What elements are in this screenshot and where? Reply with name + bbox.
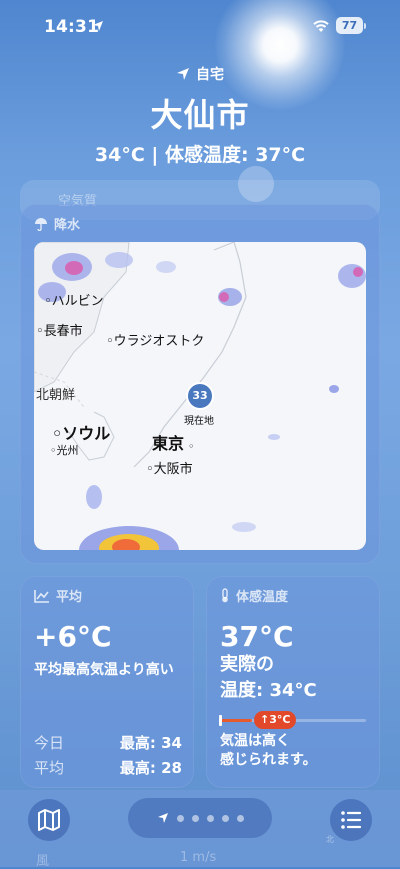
wind-speed-peek: 1 m/s bbox=[180, 850, 217, 865]
page-dot[interactable] bbox=[176, 814, 184, 822]
map-label-north-korea: 北朝鮮 bbox=[36, 388, 76, 403]
temperature-summary: 34°C | 体感温度: 37°C bbox=[94, 144, 306, 166]
map-label-vladivostok-text: ウラジオストク bbox=[113, 334, 205, 349]
precipitation-map[interactable]: ◦ハルビン ◦長春市 ◦ウラジオストク 北朝鮮 ◦ソウル ◦光州 東京 ◦ ◦大… bbox=[34, 242, 366, 550]
average-row-normal: 平均 最高: 28 bbox=[34, 757, 182, 778]
map-label-tokyo: 東京 bbox=[152, 434, 185, 453]
map-button[interactable] bbox=[28, 799, 70, 841]
page-dot[interactable] bbox=[236, 814, 244, 822]
page-dot[interactable] bbox=[221, 814, 229, 822]
feels-like-line2: 温度: 34°C bbox=[220, 680, 317, 701]
map-icon bbox=[38, 809, 60, 831]
page-dot[interactable] bbox=[206, 814, 214, 822]
status-bar: 14:31 77 bbox=[0, 0, 400, 54]
actual-temp-marker bbox=[219, 715, 222, 726]
average-title: 平均 bbox=[56, 590, 83, 605]
map-label-seoul-text: ソウル bbox=[62, 424, 111, 443]
thermometer-icon bbox=[222, 588, 228, 603]
feels-like-note-line2: 感じられます。 bbox=[220, 752, 317, 768]
map-label-changchun: ◦長春市 bbox=[36, 324, 83, 339]
average-row-label: 今日 bbox=[34, 734, 65, 752]
feels-like-title: 体感温度 bbox=[236, 590, 289, 605]
feels-like-card[interactable]: 体感温度 37°C 実際の 温度: 34°C ↑3°C 気温は高く 感じられます… bbox=[206, 576, 380, 788]
location-header: 自宅 大仙市 34°C | 体感温度: 37°C bbox=[0, 64, 400, 167]
average-row-label: 平均 bbox=[34, 759, 65, 777]
feels-like-gauge-fill bbox=[220, 719, 253, 722]
feels-like-delta-badge: ↑3°C bbox=[254, 711, 297, 729]
location-pager[interactable] bbox=[128, 798, 272, 838]
feels-like-note-line1: 気温は高く bbox=[220, 733, 290, 749]
location-arrow-icon bbox=[93, 21, 103, 31]
average-description: 平均最高気温より高い bbox=[34, 662, 174, 678]
status-time: 14:31 bbox=[44, 17, 100, 37]
umbrella-icon bbox=[35, 217, 47, 231]
map-label-harbin-text: ハルビン bbox=[51, 294, 104, 309]
chart-line-icon bbox=[34, 589, 49, 603]
average-row-today: 今日 最高: 34 bbox=[34, 732, 182, 753]
wind-card-peek: 風 bbox=[36, 854, 50, 869]
precipitation-card[interactable]: 降水 ◦ハルビン ◦長春市 ◦ウラジオストク 北朝鮮 ◦ソウル ◦光州 東京 ◦… bbox=[20, 204, 380, 564]
current-location-pin[interactable]: 33 bbox=[186, 382, 214, 410]
feels-like-line1: 実際の bbox=[220, 654, 274, 675]
compass-north-label: 北 bbox=[326, 835, 334, 844]
map-label-vladivostok: ◦ウラジオストク bbox=[106, 334, 205, 349]
average-card[interactable]: 平均 +6°C 平均最高気温より高い 今日 最高: 34 平均 最高: 28 bbox=[20, 576, 194, 788]
average-value: +6°C bbox=[34, 620, 112, 653]
map-label-changchun-text: 長春市 bbox=[43, 324, 83, 339]
list-button[interactable] bbox=[330, 799, 372, 841]
map-label-gwangju: ◦光州 bbox=[50, 444, 79, 457]
feels-like-description: 実際の 温度: 34°C bbox=[220, 652, 317, 704]
page-dot[interactable] bbox=[191, 814, 199, 822]
average-row-value: 最高: 34 bbox=[119, 734, 182, 752]
average-rows: 今日 最高: 34 平均 最高: 28 bbox=[34, 732, 182, 782]
feels-like-note: 気温は高く 感じられます。 bbox=[220, 732, 317, 770]
current-location-icon bbox=[157, 813, 168, 823]
city-name: 大仙市 bbox=[150, 96, 250, 134]
precipitation-title: 降水 bbox=[54, 218, 81, 233]
map-label-seoul: ◦ソウル bbox=[52, 424, 111, 443]
map-label-tokyo-dot: ◦ bbox=[188, 440, 195, 453]
average-row-value: 最高: 28 bbox=[119, 759, 182, 777]
map-label-harbin: ◦ハルビン bbox=[44, 294, 104, 309]
location-label: 自宅 bbox=[196, 67, 224, 83]
navigation-arrow-icon bbox=[177, 68, 189, 80]
map-label-osaka: ◦大阪市 bbox=[146, 462, 193, 477]
wifi-icon bbox=[313, 20, 329, 32]
current-location-label: 現在地 bbox=[184, 416, 214, 427]
feels-like-value: 37°C bbox=[220, 620, 294, 653]
feels-like-gauge: ↑3°C bbox=[219, 711, 366, 729]
battery-icon: 77 bbox=[336, 17, 363, 34]
list-icon bbox=[341, 811, 362, 829]
battery-tip bbox=[364, 23, 366, 29]
map-label-osaka-text: 大阪市 bbox=[153, 462, 193, 477]
map-label-gwangju-text: 光州 bbox=[56, 444, 79, 457]
